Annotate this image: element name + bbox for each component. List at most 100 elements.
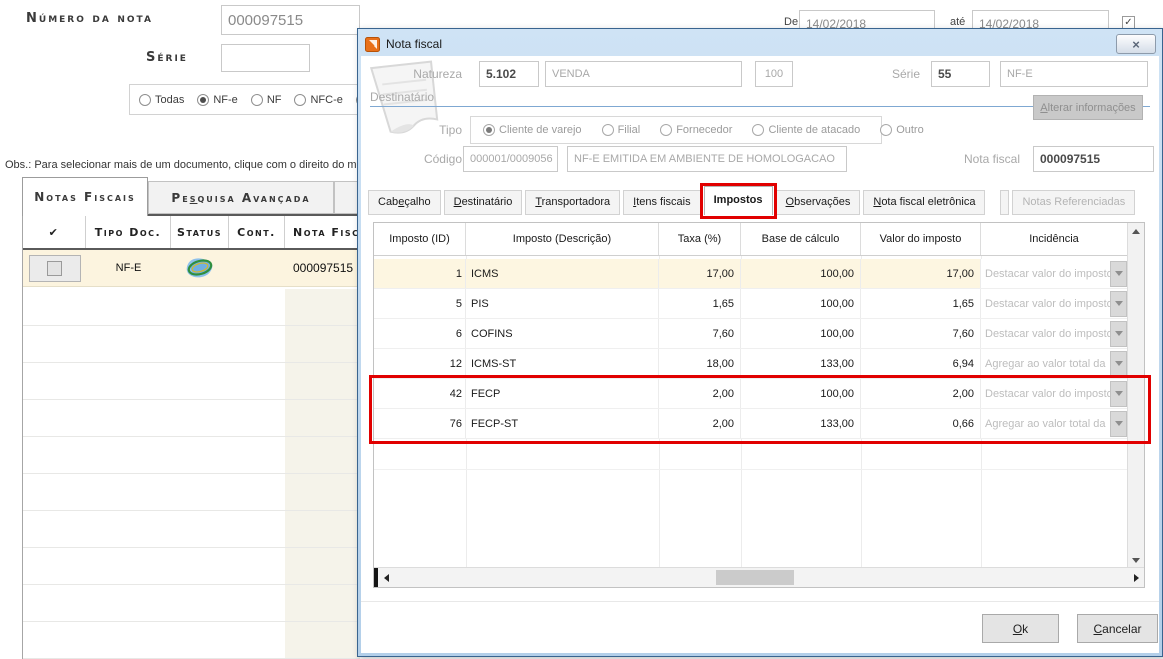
table-row[interactable]: NF-E 000097515 xyxy=(23,250,360,287)
tab-cabecalho[interactable]: Cabeçalho xyxy=(368,190,441,215)
header-base-calculo[interactable]: Base de cálculo xyxy=(741,223,861,255)
date-from-label: De xyxy=(784,16,798,28)
taxa-cell: 1,65 xyxy=(659,289,741,318)
incidencia-dropdown-button[interactable] xyxy=(1110,381,1127,407)
imposto-row-fecp-st[interactable]: 76FECP-ST2,00133,000,66Agregar ao valor … xyxy=(374,409,1127,439)
header-imposto-id[interactable]: Imposto (ID) xyxy=(374,223,466,255)
incidencia-dropdown-button[interactable] xyxy=(1110,351,1127,377)
row-nota-fiscal: 000097515 xyxy=(285,250,360,286)
tab-impostos[interactable]: Impostos xyxy=(704,186,773,215)
tab-nota-fiscal-eletronica[interactable]: Nota fiscal eletrônica xyxy=(863,190,985,215)
header-status[interactable]: Status xyxy=(171,216,229,248)
codigo-input[interactable]: 000001/0009056 xyxy=(463,146,558,172)
valor-imposto-cell: 2,00 xyxy=(861,379,981,408)
empty-table-row xyxy=(23,400,360,437)
row-checkbox[interactable] xyxy=(47,261,62,276)
incidencia-dropdown-button[interactable] xyxy=(1110,291,1127,317)
radio-option-outro[interactable]: Outro xyxy=(880,124,924,136)
document-icon xyxy=(365,37,380,52)
taxa-cell: 7,60 xyxy=(659,319,741,348)
numero-da-nota-input[interactable]: 000097515 xyxy=(221,5,360,35)
dialog-content: Natureza 5.102 VENDA 100 Série 55 NF-E D… xyxy=(361,56,1159,653)
serie-tipo-input[interactable]: NF-E xyxy=(1000,61,1148,87)
dialog-nota-fiscal-input[interactable]: 000097515 xyxy=(1033,146,1154,172)
cancel-button[interactable]: Cancelar xyxy=(1077,614,1158,643)
dialog-serie-input[interactable]: 55 xyxy=(931,61,990,87)
codigo-desc-input[interactable]: NF-E EMITIDA EM AMBIENTE DE HOMOLOGACAO xyxy=(567,146,847,172)
imposto-row-fecp[interactable]: 42FECP2,00100,002,00Destacar valor do im… xyxy=(374,379,1127,409)
incidencia-dropdown-button[interactable] xyxy=(1110,411,1127,437)
tab-destinatario[interactable]: Destinatário xyxy=(444,190,523,215)
incidencia-value: Destacar valor do imposto xyxy=(985,268,1110,280)
dialog-titlebar[interactable]: Nota fiscal × xyxy=(361,32,1159,56)
radio-option-nf[interactable]: NF xyxy=(251,94,282,106)
row-line xyxy=(374,469,1127,470)
imposto-descricao-cell: ICMS-ST xyxy=(466,349,659,378)
tipo-radio-group: Cliente de varejo Filial Fornecedor Cliente… xyxy=(470,116,882,144)
tipo-label: Tipo xyxy=(373,123,462,137)
radio-icon xyxy=(483,124,495,136)
tab-pesquisa-avancada[interactable]: Pesquisa Avançada xyxy=(148,181,334,214)
numero-da-nota-value: 000097515 xyxy=(228,12,303,29)
tab-sliver xyxy=(1000,190,1009,215)
ok-button[interactable]: Ok xyxy=(982,614,1059,643)
vertical-scrollbar[interactable] xyxy=(1127,223,1144,568)
radio-option-cliente-de-varejo[interactable]: Cliente de varejo xyxy=(483,124,582,136)
radio-option-nfc-e[interactable]: NFC-e xyxy=(294,94,342,106)
tab-notas-fiscais[interactable]: Notas Fiscais xyxy=(22,177,148,216)
notas-fiscais-table: ✔ Tipo Doc. Status Cont. Nota Fisc NF-E … xyxy=(22,214,360,659)
radio-icon xyxy=(660,124,672,136)
scroll-right-button[interactable] xyxy=(1128,568,1144,587)
radio-icon xyxy=(139,94,151,106)
header-valor-imposto[interactable]: Valor do imposto xyxy=(861,223,981,255)
header-nota-fiscal[interactable]: Nota Fisc xyxy=(285,216,360,248)
natureza-desc-input[interactable]: VENDA xyxy=(545,61,742,87)
up-arrow-icon xyxy=(1132,229,1140,234)
imposto-row-icms-st[interactable]: 12ICMS-ST18,00133,006,94Agregar ao valor… xyxy=(374,349,1127,379)
imposto-descricao-cell: COFINS xyxy=(466,319,659,348)
radio-option-filial[interactable]: Filial xyxy=(602,124,641,136)
tab-label: Impostos xyxy=(714,194,763,206)
radio-option-nf-e[interactable]: NF-e xyxy=(197,94,237,106)
empty-table-row xyxy=(23,437,360,474)
scroll-down-button[interactable] xyxy=(1128,552,1144,568)
right-arrow-icon xyxy=(1134,574,1139,582)
header-taxa[interactable]: Taxa (%) xyxy=(659,223,741,255)
incidencia-dropdown-button[interactable] xyxy=(1110,261,1127,287)
radio-option-fornecedor[interactable]: Fornecedor xyxy=(660,124,732,136)
scroll-up-button[interactable] xyxy=(1128,223,1144,239)
header-imposto-descricao[interactable]: Imposto (Descrição) xyxy=(466,223,659,255)
natureza-extra-input[interactable]: 100 xyxy=(755,61,793,87)
header-cont[interactable]: Cont. xyxy=(229,216,285,248)
imposto-id-cell: 12 xyxy=(374,349,466,378)
scroll-left-button[interactable] xyxy=(378,568,394,587)
base-calculo-cell: 133,00 xyxy=(741,349,861,378)
tab-itens-fiscais[interactable]: Itens fiscais xyxy=(623,190,700,215)
empty-rows xyxy=(23,289,360,659)
radio-option-cliente-de-atacado[interactable]: Cliente de atacado xyxy=(752,124,860,136)
natureza-label: Natureza xyxy=(373,67,462,81)
base-calculo-cell: 100,00 xyxy=(741,259,861,288)
imposto-row-cofins[interactable]: 6COFINS7,60100,007,60Destacar valor do i… xyxy=(374,319,1127,349)
horizontal-scrollbar-thumb[interactable] xyxy=(716,570,794,585)
radio-option-todas[interactable]: Todas xyxy=(139,94,184,106)
header-tipo-doc[interactable]: Tipo Doc. xyxy=(86,216,171,248)
tab-observacoes[interactable]: Observações xyxy=(776,190,861,215)
imposto-descricao-cell: ICMS xyxy=(466,259,659,288)
screen: Número da nota 000097515 Série TodasNF-e… xyxy=(0,0,1163,659)
close-button[interactable]: × xyxy=(1116,34,1156,54)
imposto-row-icms[interactable]: 1ICMS17,00100,0017,00Destacar valor do i… xyxy=(374,259,1127,289)
tab-label: Notas Fiscais xyxy=(34,190,136,204)
header-check[interactable]: ✔ xyxy=(23,216,86,248)
serie-input[interactable] xyxy=(221,44,310,72)
dialog-nota-fiscal-label: Nota fiscal xyxy=(921,152,1020,166)
imposto-row-pis[interactable]: 5PIS1,65100,001,65Destacar valor do impo… xyxy=(374,289,1127,319)
horizontal-scrollbar[interactable] xyxy=(374,567,1144,587)
tab-transportadora[interactable]: Transportadora xyxy=(525,190,620,215)
numero-da-nota-label: Número da nota xyxy=(26,11,153,26)
header-incidencia[interactable]: Incidência xyxy=(981,223,1127,255)
natureza-code-input[interactable]: 5.102 xyxy=(479,61,539,87)
alterar-informacoes-button[interactable]: Alterar informações xyxy=(1033,95,1143,120)
incidencia-dropdown-button[interactable] xyxy=(1110,321,1127,347)
doc-type-radio-group: Todas NF-e NF NFC-e xyxy=(129,84,365,115)
